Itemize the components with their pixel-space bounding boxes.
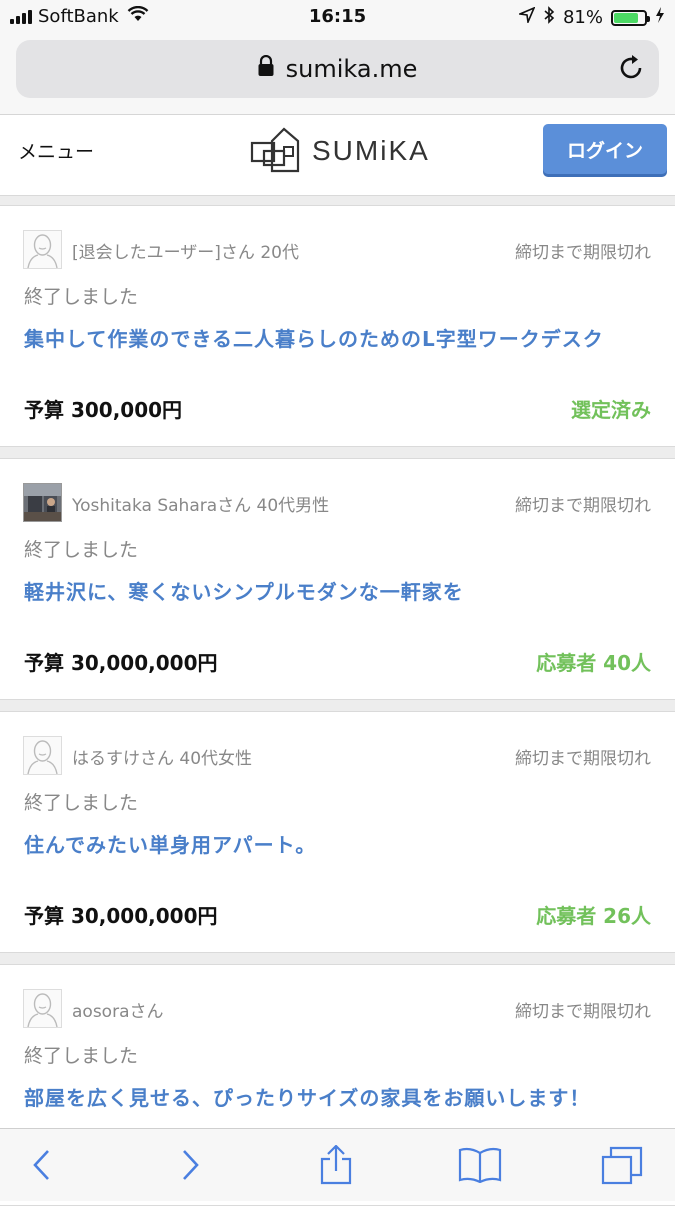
location-icon	[517, 6, 536, 28]
post-deadline: 締切まで期限切れ	[515, 749, 651, 769]
site-header: メニュー SUMiKA ログイン	[0, 115, 675, 196]
default-avatar-icon	[23, 230, 62, 269]
post-budget: 予算 30,000,000円	[24, 651, 218, 675]
back-icon[interactable]	[18, 1145, 66, 1185]
site-logo[interactable]: SUMiKA	[250, 123, 430, 179]
post-status: 終了しました	[24, 1045, 139, 1067]
bluetooth-icon	[543, 6, 555, 29]
status-bar: SoftBank 16:15 81%	[0, 0, 675, 36]
post-deadline: 締切まで期限切れ	[515, 496, 651, 516]
charging-icon	[655, 7, 665, 28]
post-user[interactable]: aosoraさん	[72, 997, 163, 1022]
post-status: 終了しました	[24, 792, 139, 814]
address-bar[interactable]: sumika.me	[16, 40, 659, 98]
browser-toolbar	[0, 1128, 675, 1201]
post-card[interactable]: Yoshitaka Saharaさん 40代男性 締切まで期限切れ 終了しました…	[0, 458, 675, 700]
post-result: 応募者 26人	[536, 904, 651, 928]
post-title[interactable]: 軽井沢に、寒くないシンプルモダンな一軒家を	[24, 576, 464, 605]
post-status: 終了しました	[24, 539, 139, 561]
forward-icon[interactable]	[166, 1145, 214, 1185]
battery-percent: 81%	[562, 7, 603, 28]
default-avatar-icon	[23, 989, 62, 1028]
post-status: 終了しました	[24, 286, 139, 308]
browser-chrome: sumika.me	[0, 36, 675, 115]
post-user[interactable]: Yoshitaka Saharaさん 40代男性	[72, 491, 329, 516]
post-deadline: 締切まで期限切れ	[515, 1002, 651, 1022]
menu-button[interactable]: メニュー	[18, 137, 94, 164]
post-card[interactable]: [退会したユーザー]さん 20代 締切まで期限切れ 終了しました 集中して作業の…	[0, 205, 675, 447]
user-photo-avatar	[23, 483, 62, 522]
post-result: 応募者 40人	[536, 651, 651, 675]
post-title[interactable]: 住んでみたい単身用アパート。	[24, 829, 316, 858]
post-title[interactable]: 部屋を広く見せる、ぴったりサイズの家具をお願いします！	[24, 1082, 590, 1111]
post-budget: 予算 30,000,000円	[24, 904, 218, 928]
post-user[interactable]: はるすけさん 40代女性	[72, 744, 252, 769]
tabs-icon[interactable]	[598, 1145, 646, 1185]
share-icon[interactable]	[312, 1145, 360, 1185]
post-title[interactable]: 集中して作業のできる二人暮らしのためのL字型ワークデスク	[24, 323, 604, 352]
logo-house-icon	[250, 123, 306, 179]
logo-text: SUMiKA	[312, 135, 430, 166]
default-avatar-icon	[23, 736, 62, 775]
lock-icon	[258, 54, 274, 83]
post-deadline: 締切まで期限切れ	[515, 243, 651, 263]
login-button[interactable]: ログイン	[543, 124, 667, 174]
bookmarks-icon[interactable]	[456, 1145, 504, 1185]
post-budget: 予算 300,000円	[24, 398, 183, 422]
post-result: 選定済み	[571, 398, 651, 422]
reload-icon[interactable]	[619, 54, 645, 86]
url-text: sumika.me	[285, 55, 418, 83]
battery-icon	[611, 9, 650, 26]
post-card[interactable]: はるすけさん 40代女性 締切まで期限切れ 終了しました 住んでみたい単身用アパ…	[0, 711, 675, 953]
status-right: 81%	[517, 6, 665, 29]
post-user[interactable]: [退会したユーザー]さん 20代	[72, 238, 299, 263]
